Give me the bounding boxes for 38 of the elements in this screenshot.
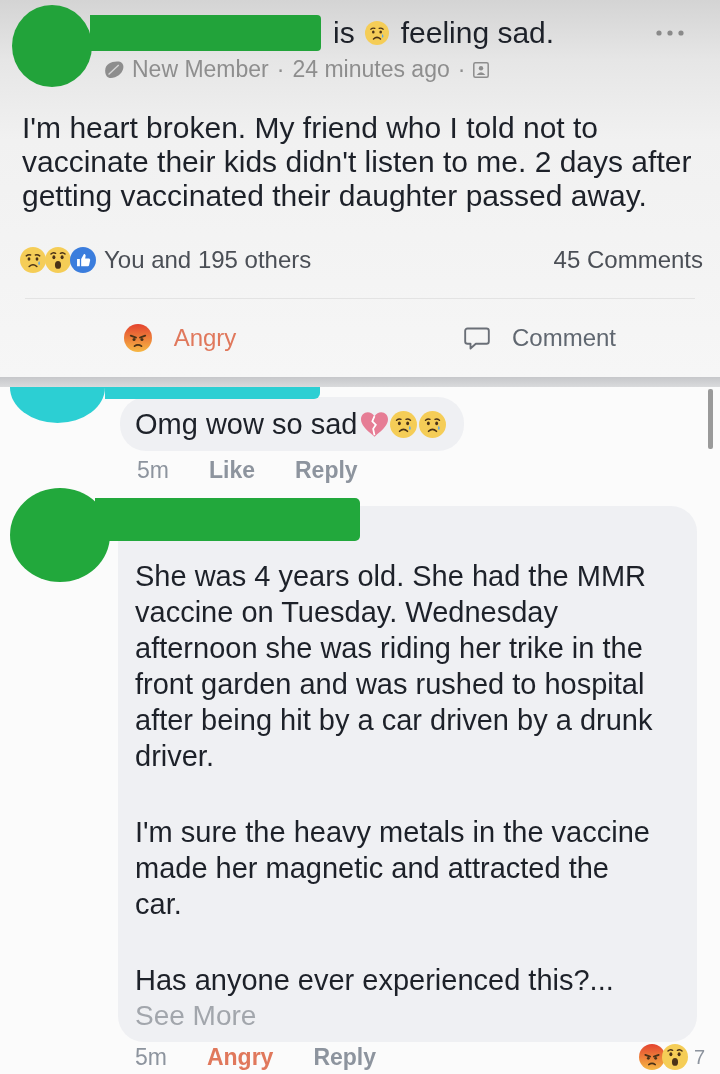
broken-heart-icon: [361, 410, 389, 438]
comment-action-link[interactable]: Angry: [206, 1044, 274, 1070]
comment-text: I'm sure the heavy metals in the vaccine made her magnetic and attracted the car.: [135, 815, 651, 922]
post-time[interactable]: 24 minutes ago: [292, 56, 450, 83]
leaf-icon: [105, 61, 124, 78]
more-icon[interactable]: [656, 30, 684, 36]
comment-text: Omg wow so sad: [135, 407, 358, 442]
comment-time: 5m: [135, 1044, 167, 1070]
comment-count[interactable]: 45 Comments: [553, 246, 703, 274]
reaction-summary[interactable]: You and 195 others: [104, 246, 312, 274]
comment-action-link[interactable]: Reply: [313, 1044, 377, 1070]
angry-face-icon: [123, 324, 152, 352]
scrollbar-thumb[interactable]: [708, 389, 713, 449]
comment-icon: [464, 326, 490, 350]
comment-time: 5m: [137, 457, 169, 483]
sad-face-icon: [364, 21, 389, 45]
angry-face-icon: [638, 1044, 665, 1070]
sad-face-icon: [20, 247, 46, 273]
sad-face-icon: [419, 410, 447, 438]
comment-action-link[interactable]: Like: [208, 457, 255, 483]
member-badge-text: New Member: [132, 56, 269, 83]
wow-face-icon: [45, 247, 71, 273]
thumbs-up-icon: [70, 247, 96, 273]
status-verb-text: is: [333, 16, 355, 50]
comment-text: She was 4 years old. She had the MMR vaccine on Tuesday. Wednesday afternoon she was riding her trike in the front garden and was rushed to hospital after being hit by a car driven by a drunk driver.: [135, 559, 654, 774]
comment-button[interactable]: Comment: [360, 299, 720, 377]
feeling-text: feeling sad.: [400, 16, 555, 50]
post-text: I'm heart broken. My friend who I told not to vaccinate their kids didn't listen to me. 2 days after getting vaccinated their daughter passed away.: [21, 111, 693, 213]
angry-reaction-button[interactable]: Angry: [0, 299, 360, 377]
sad-face-icon: [390, 410, 418, 438]
see-more-link[interactable]: See More: [135, 998, 257, 1034]
separator-dot: ·: [276, 56, 285, 83]
comment-text: Has anyone ever experienced this?...: [135, 963, 615, 998]
separator-dot: ·: [457, 56, 466, 83]
wow-face-icon: [661, 1044, 688, 1070]
reaction-count: 7: [693, 1045, 705, 1070]
comment-action-link[interactable]: Reply: [295, 457, 358, 483]
portrait-icon: [473, 61, 490, 78]
